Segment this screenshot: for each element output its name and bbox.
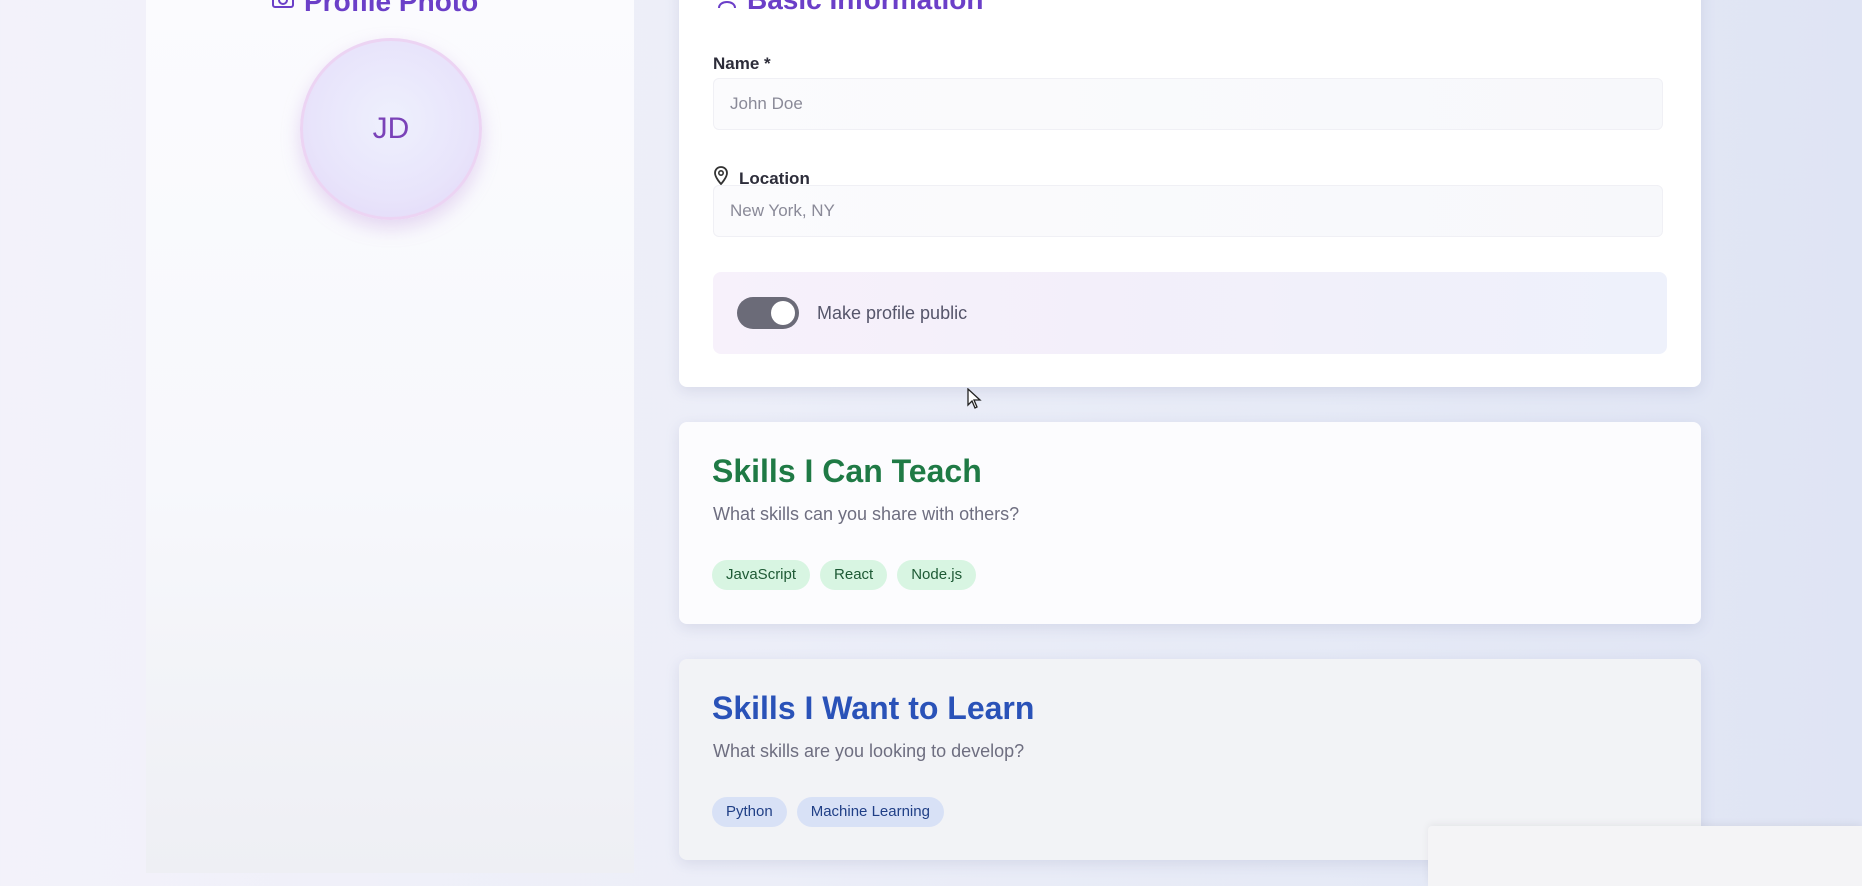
skills-teach-title: Skills I Can Teach bbox=[712, 453, 982, 489]
name-label: Name * bbox=[713, 54, 771, 74]
location-placeholder: New York, NY bbox=[730, 201, 835, 220]
name-placeholder: John Doe bbox=[730, 94, 803, 113]
skills-teach-subtitle: What skills can you share with others? bbox=[713, 504, 1020, 524]
skills-learn-tags: Python Machine Learning bbox=[712, 797, 944, 827]
skill-tag[interactable]: Python bbox=[712, 797, 787, 827]
profile-photo-title: Profile Photo bbox=[304, 0, 479, 17]
toggle-knob bbox=[771, 301, 795, 325]
name-input[interactable]: John Doe bbox=[713, 78, 1663, 130]
name-label-text: Name * bbox=[713, 54, 771, 73]
skills-learn-subtitle: What skills are you looking to develop? bbox=[713, 741, 1025, 761]
avatar-initials: JD bbox=[372, 112, 410, 145]
user-icon bbox=[717, 0, 737, 16]
skills-learn-title: Skills I Want to Learn bbox=[712, 690, 1035, 726]
basic-information-heading: Basic Information bbox=[717, 0, 983, 16]
skills-teach-card: Skills I Can Teach What skills can you s… bbox=[679, 422, 1701, 624]
basic-information-card: Basic Information Name * John Doe Locati… bbox=[679, 0, 1701, 387]
corner-popup bbox=[1428, 826, 1862, 886]
basic-information-title: Basic Information bbox=[747, 0, 983, 16]
skill-tag[interactable]: JavaScript bbox=[712, 560, 811, 590]
profile-photo-heading: Profile Photo bbox=[272, 0, 478, 18]
skill-tag[interactable]: Machine Learning bbox=[796, 797, 944, 827]
public-profile-row: Make profile public bbox=[713, 272, 1667, 354]
camera-icon bbox=[272, 0, 294, 15]
public-profile-toggle[interactable] bbox=[737, 297, 799, 329]
skill-tag[interactable]: Node.js bbox=[897, 560, 977, 590]
location-input[interactable]: New York, NY bbox=[713, 185, 1663, 237]
skill-tag[interactable]: React bbox=[820, 560, 888, 590]
skills-teach-tags: JavaScript React Node.js bbox=[712, 560, 977, 590]
public-profile-label: Make profile public bbox=[817, 302, 968, 323]
avatar[interactable]: JD bbox=[300, 38, 482, 220]
